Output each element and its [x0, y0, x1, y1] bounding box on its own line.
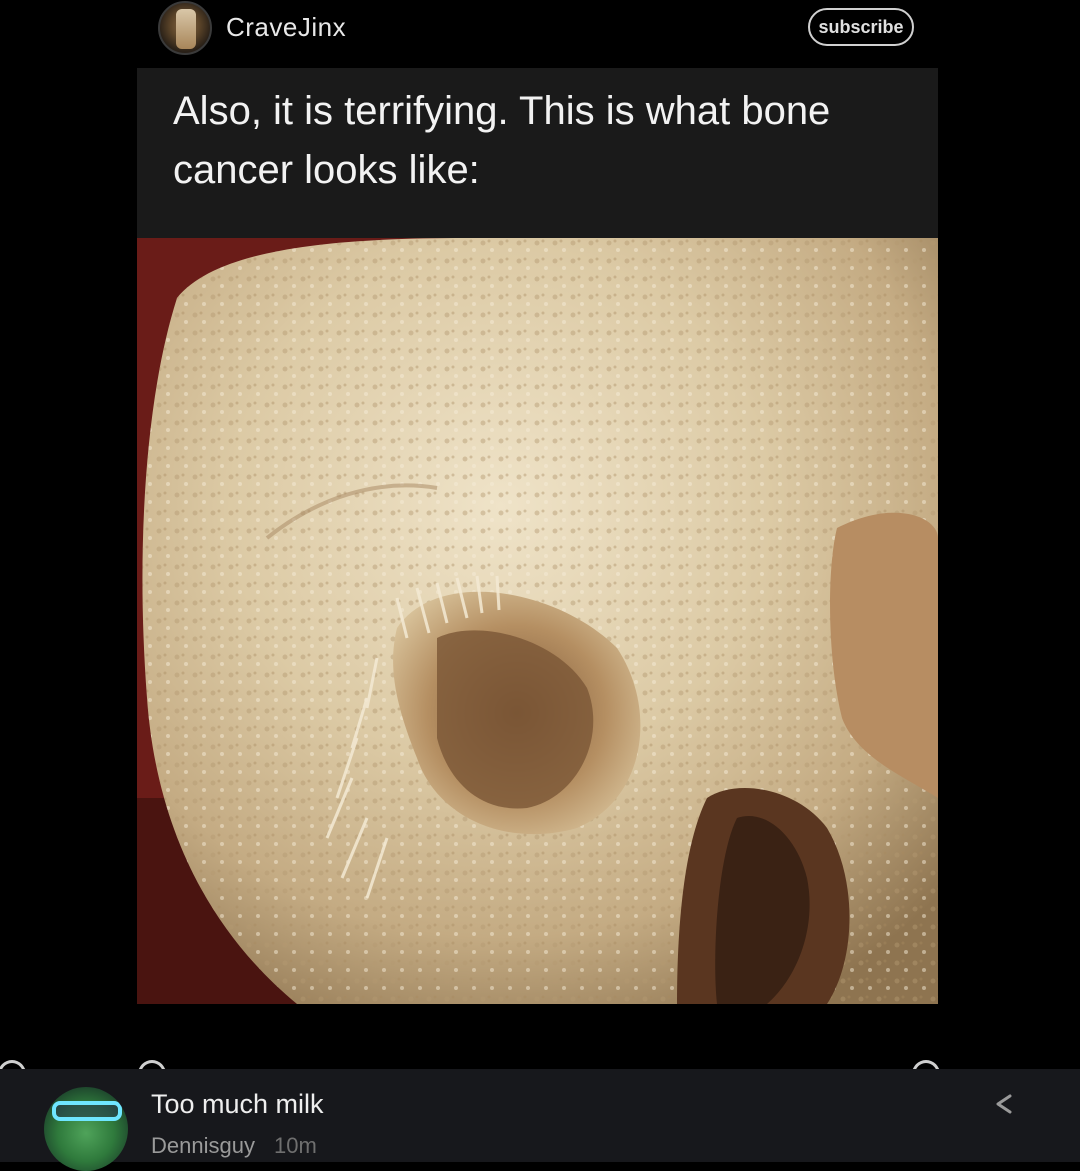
- subscribe-button[interactable]: subscribe: [808, 8, 914, 46]
- comment-text: Too much milk: [151, 1089, 324, 1119]
- author-avatar[interactable]: [158, 1, 212, 55]
- comment-username[interactable]: Dennisguy: [151, 1133, 255, 1159]
- sunglasses-icon: [52, 1101, 122, 1121]
- author-name[interactable]: CraveJinx: [226, 12, 346, 43]
- post-header: CraveJinx subscribe: [0, 0, 1080, 60]
- post-image[interactable]: [137, 238, 938, 1004]
- post-caption: Also, it is terrifying. This is what bon…: [137, 68, 938, 238]
- comment-preview[interactable]: Too much milk Dennisguy 10m: [0, 1069, 1080, 1171]
- commenter-avatar[interactable]: [44, 1087, 128, 1171]
- share-icon[interactable]: [990, 1089, 1020, 1119]
- comment-timestamp: 10m: [274, 1133, 317, 1158]
- caption-text: Also, it is terrifying. This is what bon…: [173, 89, 831, 192]
- skull-photo: [137, 238, 938, 1004]
